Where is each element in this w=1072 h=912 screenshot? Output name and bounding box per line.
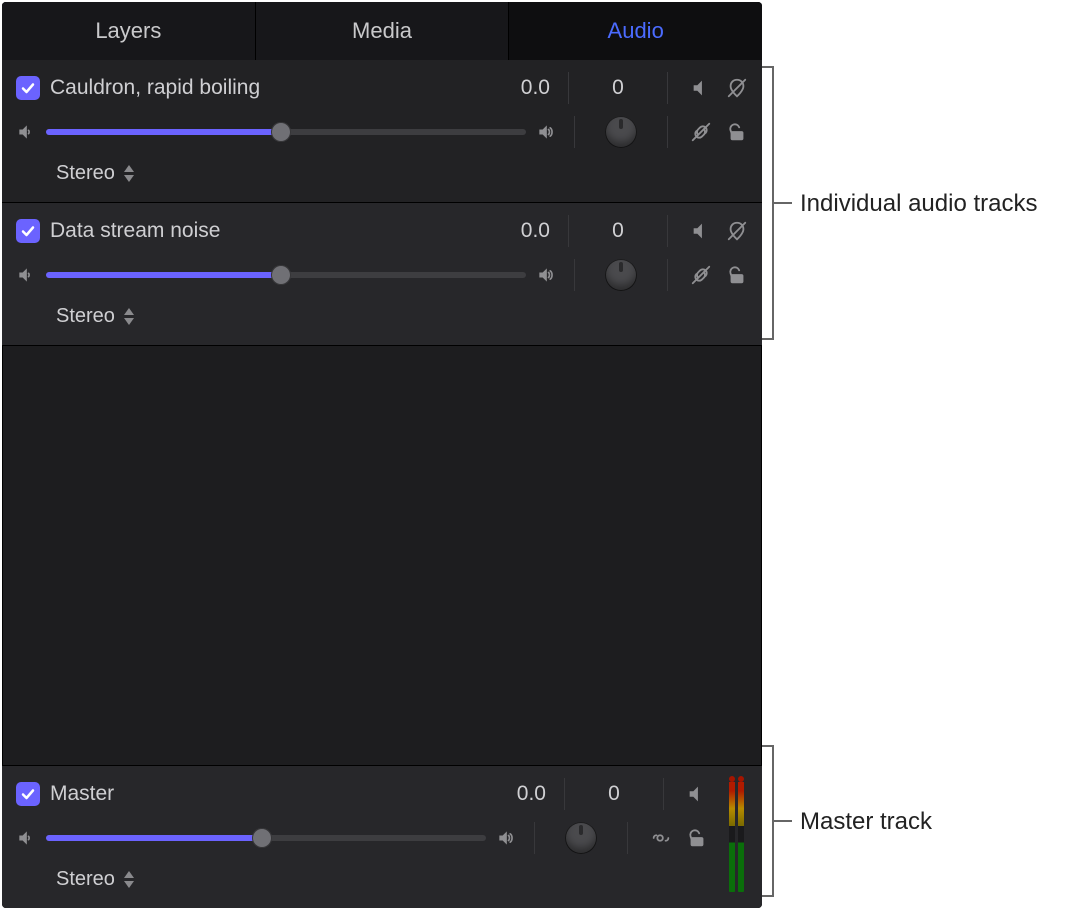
speaker-max-icon: [536, 265, 556, 285]
track-enable-checkbox[interactable]: [16, 76, 40, 100]
link-icon[interactable]: [686, 260, 716, 290]
tab-bar: Layers Media Audio: [2, 2, 762, 60]
speaker-min-icon: [16, 265, 36, 285]
mute-icon[interactable]: [686, 216, 716, 246]
solo-icon[interactable]: [722, 216, 752, 246]
mute-icon[interactable]: [686, 73, 716, 103]
speaker-min-icon: [16, 122, 36, 142]
divider: [667, 259, 668, 291]
track-name[interactable]: Data stream noise: [50, 219, 478, 243]
lock-icon[interactable]: [722, 260, 752, 290]
output-mode-label: Stereo: [56, 162, 115, 185]
chevron-updown-icon: [123, 871, 135, 888]
mute-icon[interactable]: [682, 779, 712, 809]
output-mode-dropdown[interactable]: Stereo: [56, 868, 135, 891]
level-slider[interactable]: [46, 264, 526, 286]
lock-icon[interactable]: [682, 823, 712, 853]
level-value[interactable]: 0.0: [488, 219, 550, 243]
speaker-max-icon: [536, 122, 556, 142]
lock-icon[interactable]: [722, 117, 752, 147]
master-track: Master 0.0 0: [2, 765, 762, 908]
annotation-label: Individual audio tracks: [800, 190, 1037, 218]
divider: [574, 259, 575, 291]
divider: [667, 215, 668, 247]
chevron-updown-icon: [123, 165, 135, 182]
chevron-updown-icon: [123, 308, 135, 325]
audio-track: Data stream noise 0.0 0: [2, 203, 762, 346]
divider: [568, 215, 569, 247]
track-enable-checkbox[interactable]: [16, 219, 40, 243]
pan-knob[interactable]: [565, 822, 597, 854]
divider: [534, 822, 535, 854]
pan-knob[interactable]: [605, 259, 637, 291]
divider: [667, 116, 668, 148]
divider: [627, 822, 628, 854]
pan-value[interactable]: 0: [583, 782, 645, 806]
level-value[interactable]: 0.0: [488, 76, 550, 100]
pan-value[interactable]: 0: [587, 219, 649, 243]
output-mode-dropdown[interactable]: Stereo: [56, 162, 135, 185]
divider: [663, 778, 664, 810]
divider: [667, 72, 668, 104]
track-name[interactable]: Cauldron, rapid boiling: [50, 76, 478, 100]
solo-icon[interactable]: [722, 73, 752, 103]
audio-panel: Layers Media Audio Cauldron, rapid boili…: [2, 2, 762, 908]
divider: [568, 72, 569, 104]
link-icon[interactable]: [646, 823, 676, 853]
pan-value[interactable]: 0: [587, 76, 649, 100]
level-value[interactable]: 0.0: [484, 782, 546, 806]
tab-media[interactable]: Media: [255, 2, 509, 60]
level-slider[interactable]: [46, 121, 526, 143]
track-name[interactable]: Master: [50, 782, 474, 806]
output-mode-label: Stereo: [56, 868, 115, 891]
annotation-bracket: [772, 745, 774, 897]
tab-audio[interactable]: Audio: [508, 2, 762, 60]
level-meter: [729, 782, 744, 892]
annotation-bracket: [772, 66, 774, 340]
audio-track: Cauldron, rapid boiling 0.0 0: [2, 60, 762, 203]
tab-layers[interactable]: Layers: [2, 2, 255, 60]
output-mode-label: Stereo: [56, 305, 115, 328]
link-icon[interactable]: [686, 117, 716, 147]
pan-knob[interactable]: [605, 116, 637, 148]
output-mode-dropdown[interactable]: Stereo: [56, 305, 135, 328]
divider: [574, 116, 575, 148]
track-enable-checkbox[interactable]: [16, 782, 40, 806]
speaker-min-icon: [16, 828, 36, 848]
speaker-max-icon: [496, 828, 516, 848]
divider: [564, 778, 565, 810]
level-slider[interactable]: [46, 827, 486, 849]
annotation-label: Master track: [800, 808, 932, 836]
